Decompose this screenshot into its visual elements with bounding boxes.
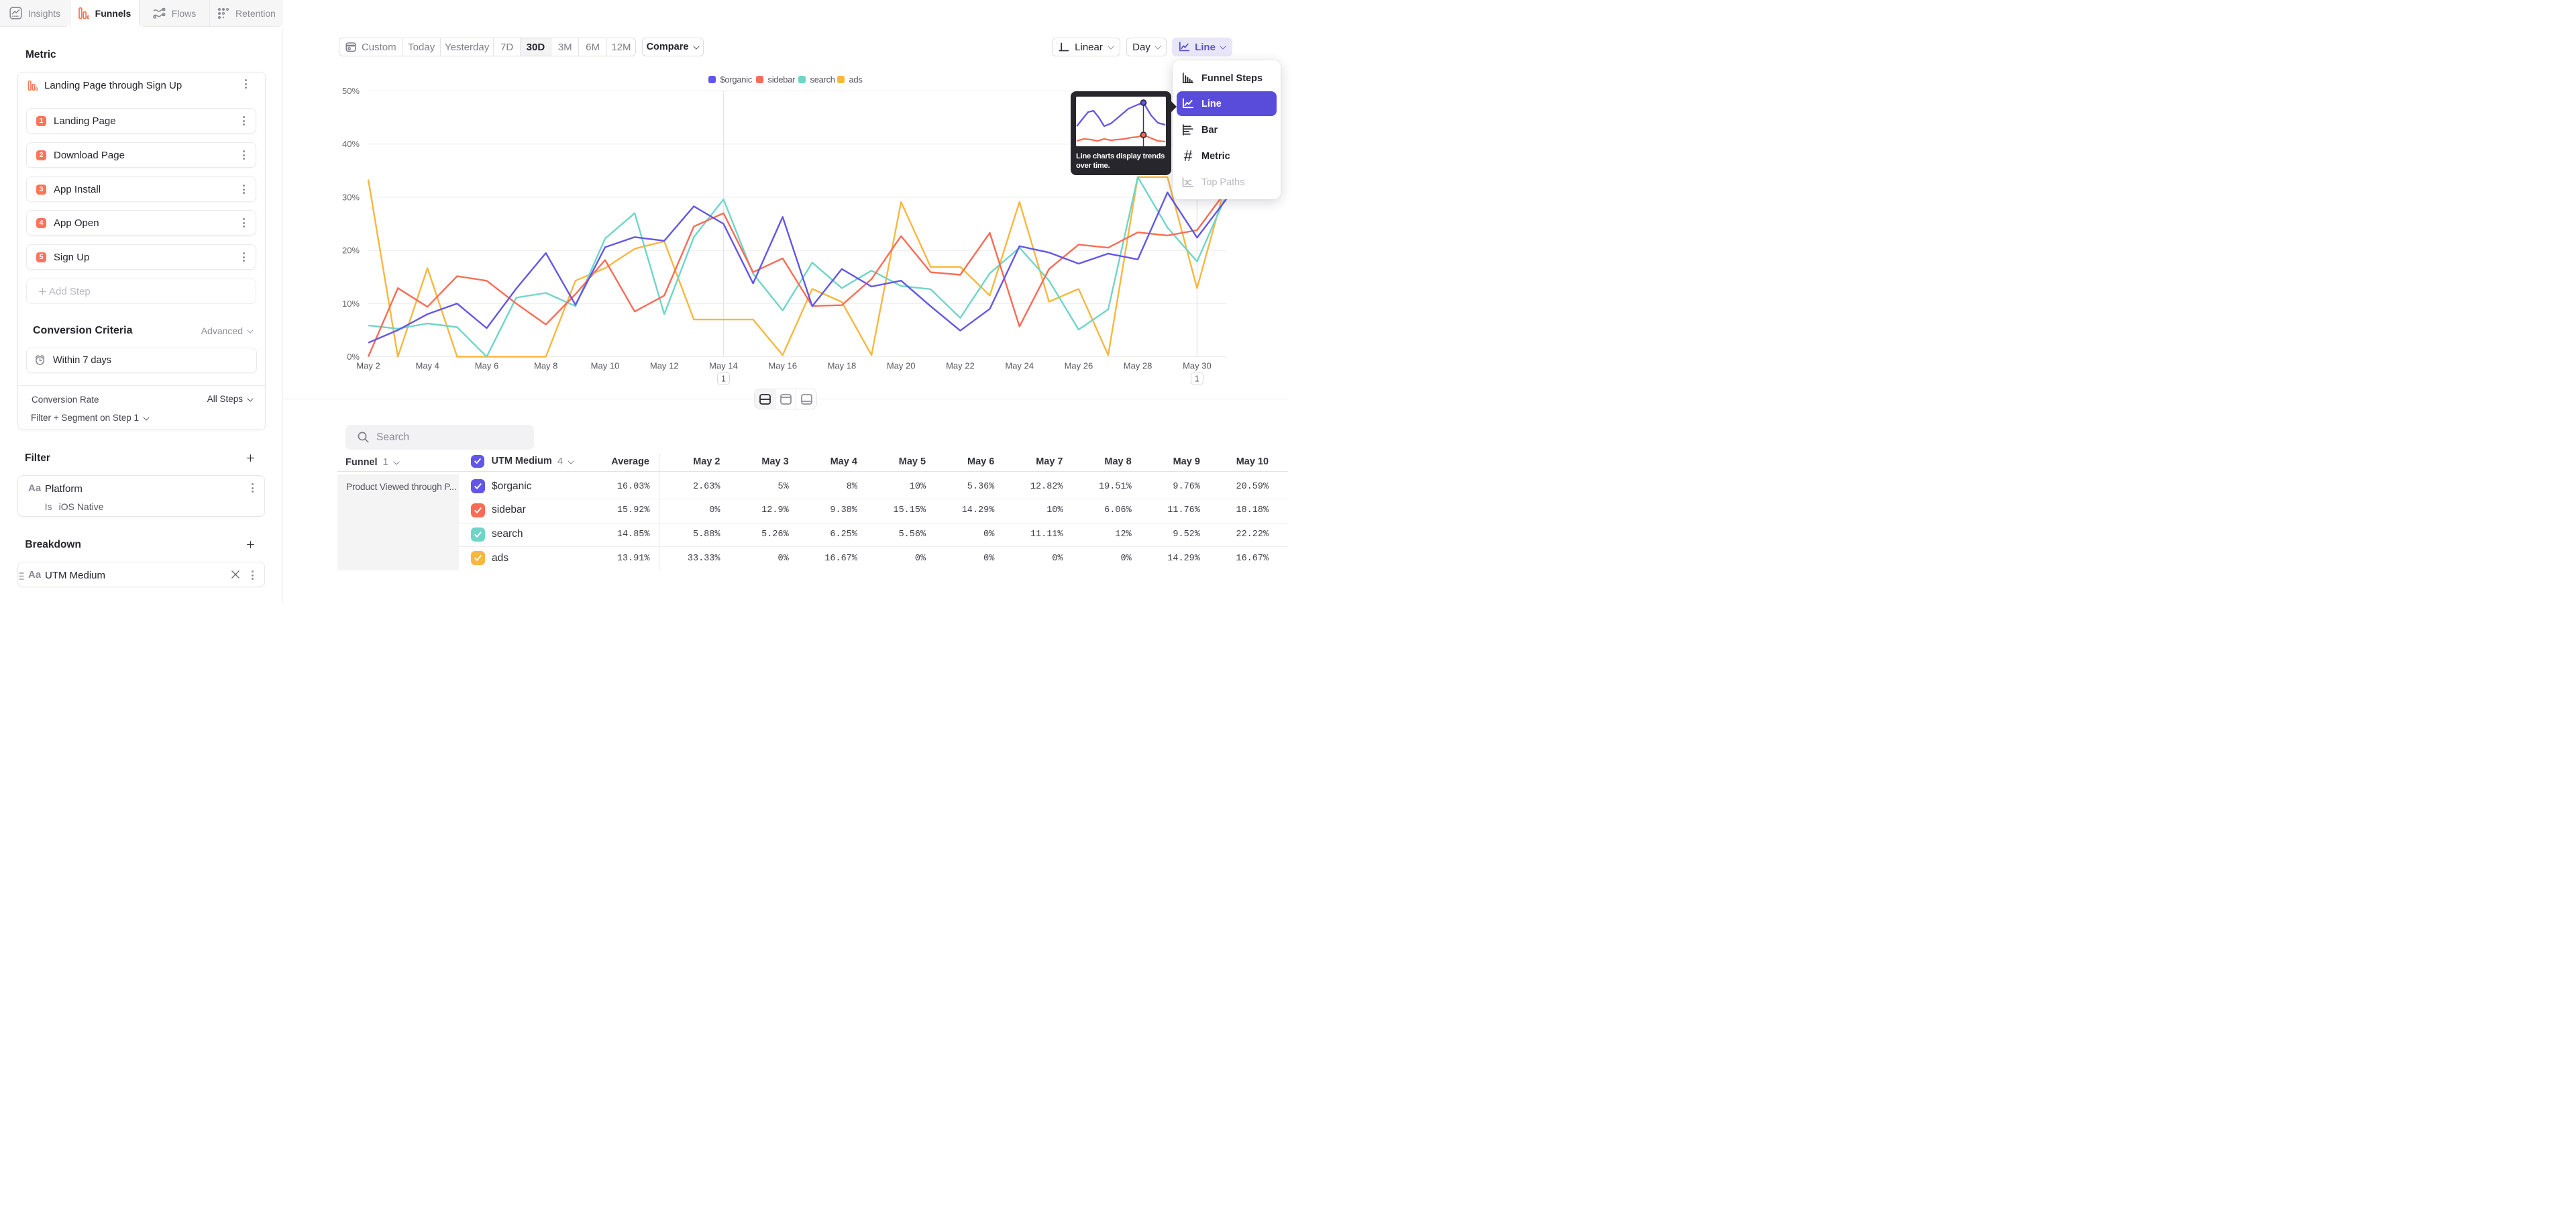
svg-text:May 20: May 20 bbox=[887, 361, 916, 371]
svg-text:May 30: May 30 bbox=[1183, 361, 1212, 371]
svg-text:May 28: May 28 bbox=[1124, 361, 1152, 371]
svg-text:May 18: May 18 bbox=[828, 361, 857, 371]
svg-text:May 4: May 4 bbox=[415, 361, 439, 371]
svg-text:50%: 50% bbox=[342, 86, 360, 96]
svg-text:May 22: May 22 bbox=[946, 361, 975, 371]
svg-text:May 8: May 8 bbox=[534, 361, 557, 371]
svg-text:May 2: May 2 bbox=[356, 361, 380, 371]
svg-text:1: 1 bbox=[721, 374, 726, 384]
svg-text:1: 1 bbox=[1195, 374, 1199, 384]
svg-text:May 24: May 24 bbox=[1005, 361, 1034, 371]
svg-text:May 6: May 6 bbox=[475, 361, 498, 371]
svg-text:May 16: May 16 bbox=[768, 361, 797, 371]
svg-text:30%: 30% bbox=[342, 192, 360, 202]
svg-text:10%: 10% bbox=[342, 299, 360, 309]
svg-text:20%: 20% bbox=[342, 246, 360, 256]
svg-text:40%: 40% bbox=[342, 139, 360, 149]
svg-text:May 10: May 10 bbox=[591, 361, 620, 371]
svg-text:May 26: May 26 bbox=[1065, 361, 1093, 371]
svg-text:May 12: May 12 bbox=[650, 361, 679, 371]
svg-text:May 14: May 14 bbox=[709, 361, 738, 371]
